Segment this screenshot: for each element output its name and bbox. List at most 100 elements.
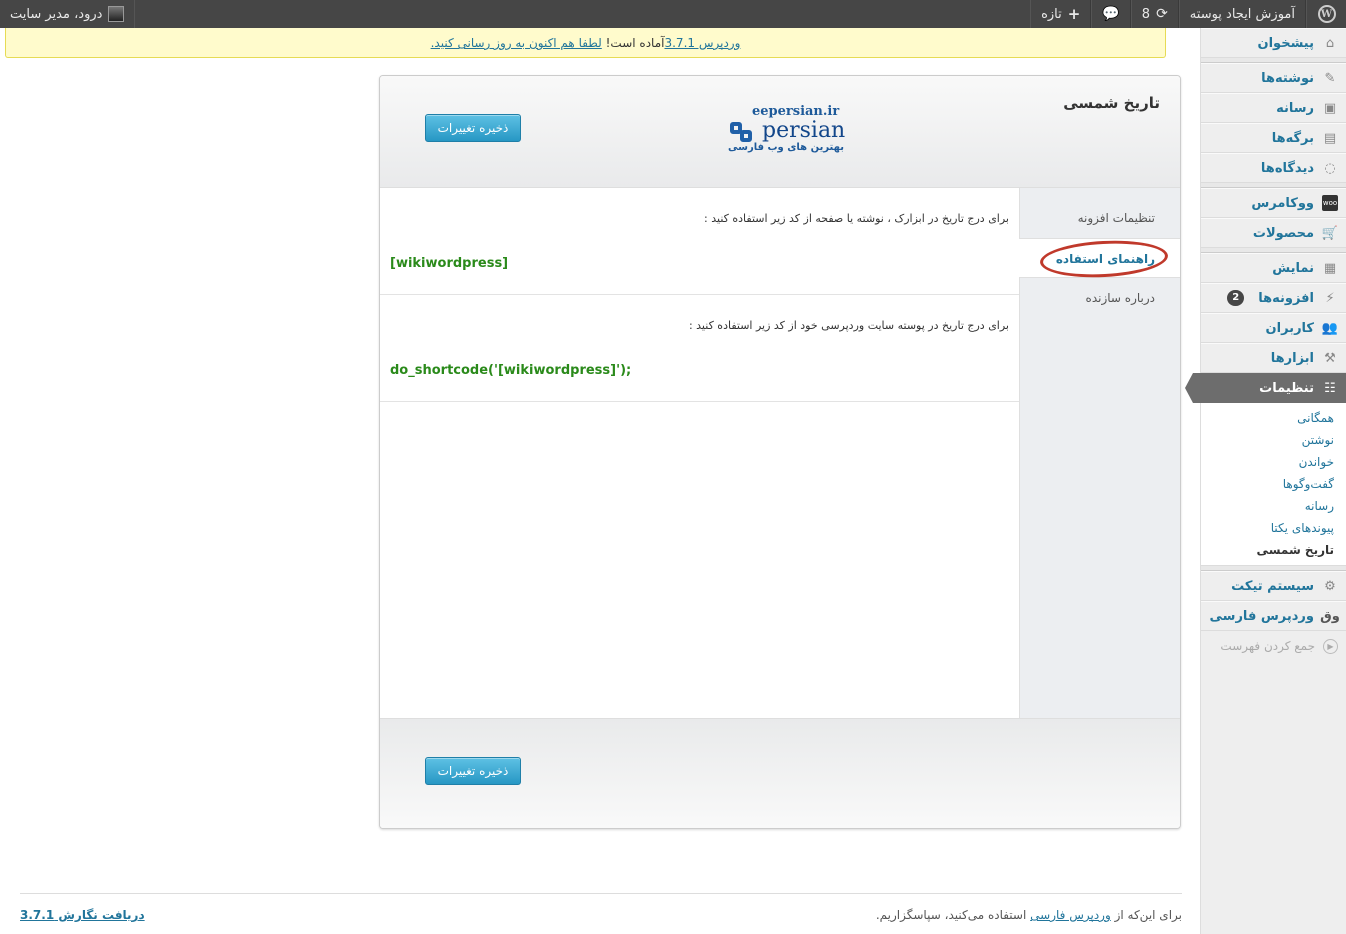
footer-thanks: برای این‌که از وردپرس فارسی استفاده می‌ک… [876,908,1182,922]
menu-label: محصولات [1252,225,1314,241]
menu-label: کاربران [1265,320,1314,336]
collapse-label: جمع کردن فهرست [1220,639,1315,653]
panel-footer: ذخیره تغییرات [380,718,1180,828]
site-name-link[interactable]: آموزش ایجاد پوسته [1178,0,1306,28]
highlight-ring [1039,237,1169,281]
submenu-writing[interactable]: نوشتن [1201,429,1346,451]
menu-appearance[interactable]: ▦ نمایش [1201,253,1346,283]
updates-count: 8 [1141,6,1151,22]
logo-word: persian [762,118,846,143]
collapse-arrow-icon: ▶ [1323,638,1338,654]
menu-label: دیدگاه‌ها [1260,160,1314,176]
options-panel: تاریخ شمسی eepersian.ir persian بهترین ه… [379,75,1181,829]
settings-submenu: همگانی نوشتن خواندن گفت‌وگوها رسانه پیون… [1201,403,1346,566]
menu-products[interactable]: 🛒 محصولات [1201,218,1346,248]
nav-plugin-settings[interactable]: تنظیمات افزونه [1020,198,1180,238]
wordpress-logo-icon: W [1317,5,1336,23]
footer-thanks-pre: برای این‌که از [1114,908,1182,922]
menu-dashboard[interactable]: ⌂ پیشخوان [1201,28,1346,58]
settings-icon: ☷ [1324,380,1336,396]
menu-plugins[interactable]: ⚡ افزونه‌ها 2 [1201,283,1346,313]
menu-label: افزونه‌ها [1258,290,1314,306]
panel-content: برای درج تاریخ در ابزارک ، نوشته یا صفحه… [380,188,1019,718]
avatar [108,6,125,22]
wpfarsi-icon: وق [1320,608,1340,624]
menu-settings[interactable]: ☷ تنظیمات [1185,373,1346,403]
new-label: تازه [1041,6,1062,22]
site-name: آموزش ایجاد پوسته [1189,6,1295,22]
submenu-discussion[interactable]: گفت‌وگوها [1201,473,1346,495]
cart-icon: 🛒 [1321,225,1339,241]
menu-label: وردپرس فارسی [1209,608,1314,624]
menu-tools[interactable]: ⚒ ابزارها [1201,343,1346,373]
plug-icon: ⚡ [1325,290,1335,306]
shortcode: do_shortcode('[wikiwordpress]'); [390,363,632,378]
collapse-menu-button[interactable]: ▶ جمع کردن فهرست [1201,631,1346,661]
menu-label: برگه‌ها [1271,130,1314,146]
submenu-general[interactable]: همگانی [1201,407,1346,429]
media-icon: ▣ [1323,100,1337,116]
menu-woocommerce[interactable]: woo ووکامرس [1201,188,1346,218]
comments-link[interactable]: 💬 [1091,0,1131,28]
greeting: درود، مدیر سایت [10,6,103,22]
logo-tagline: بهترین های وب فارسی [728,142,844,153]
admin-menu: ⌂ پیشخوان ✎ نوشته‌ها ▣ رسانه ▤ برگه‌ها ◌ دیدگ… [1185,28,1346,934]
nav-about-author[interactable]: درباره سازنده [1020,278,1180,318]
plus-icon: + [1067,5,1081,23]
menu-label: تنظیمات [1259,380,1314,396]
update-notice-text: آماده است! [605,36,665,50]
menu-label: نوشته‌ها [1261,70,1314,86]
menu-label: سیستم تیکت [1231,578,1314,594]
footer-thanks-post: استفاده می‌کنید، سپاسگزاریم. [875,908,1027,922]
menu-pages[interactable]: ▤ برگه‌ها [1201,123,1346,153]
menu-label: رسانه [1276,100,1314,116]
menu-ticket-system[interactable]: ⚙ سیستم تیکت [1201,571,1346,601]
update-now-link[interactable]: لطفا هم اکنون به روز رسانی کنید. [431,36,602,50]
wordpress-menu[interactable]: W [1306,0,1346,28]
get-version-link[interactable]: دریافت نگارش 3.7.1 [20,908,145,922]
menu-users[interactable]: 👥 کاربران [1201,313,1346,343]
update-version-link[interactable]: وردپرس 3.7.1 [664,36,740,50]
usage-section: برای درج تاریخ در پوسته سایت وردپرسی خود… [380,295,1019,402]
refresh-icon: ⟳ [1156,6,1168,22]
panel-header: تاریخ شمسی eepersian.ir persian بهترین ه… [380,76,1180,188]
menu-label: ووکامرس [1251,195,1314,211]
logo-mark-icon [730,122,756,144]
admin-bar: W آموزش ایجاد پوسته ⟳ 8 💬 + تازه درود، م… [0,0,1346,28]
shortcode: [wikiwordpress] [390,256,509,271]
woo-icon: woo [1322,195,1338,211]
home-icon: ⌂ [1325,35,1335,51]
menu-wpfarsi[interactable]: وق وردپرس فارسی [1201,601,1346,631]
update-notice: وردپرس 3.7.1آماده است! لطفا هم اکنون به … [5,28,1166,58]
plugins-update-badge: 2 [1227,290,1245,306]
eepersian-logo: eepersian.ir persian بهترین های وب فارسی [716,104,856,160]
submenu-permalinks[interactable]: پیوندهای یکتا [1201,517,1346,539]
wpfarsi-link[interactable]: وردپرس فارسی [1030,908,1111,922]
submenu-jalali-date[interactable]: تاریخ شمسی [1201,539,1346,561]
menu-label: ابزارها [1270,350,1314,366]
usage-section: برای درج تاریخ در ابزارک ، نوشته یا صفحه… [380,188,1019,295]
menu-posts[interactable]: ✎ نوشته‌ها [1201,63,1346,93]
logo-site-text: eepersian.ir [752,104,840,119]
appearance-icon: ▦ [1323,260,1337,276]
gear-icon: ⚙ [1324,578,1336,594]
footer: برای این‌که از وردپرس فارسی استفاده می‌ک… [20,893,1182,933]
submenu-media[interactable]: رسانه [1201,495,1346,517]
save-button-bottom[interactable]: ذخیره تغییرات [425,757,521,785]
menu-comments[interactable]: ◌ دیدگاه‌ها [1201,153,1346,183]
panel-title: تاریخ شمسی [1063,94,1160,112]
my-account-link[interactable]: درود، مدیر سایت [0,0,136,28]
tools-icon: ⚒ [1324,350,1336,366]
pages-icon: ▤ [1323,130,1337,146]
usage-description: برای درج تاریخ در پوسته سایت وردپرسی خود… [688,319,1009,332]
submenu-reading[interactable]: خواندن [1201,451,1346,473]
nav-usage-guide[interactable]: راهنمای استفاده [1019,237,1180,281]
save-button-top[interactable]: ذخیره تغییرات [425,114,521,142]
usage-description: برای درج تاریخ در ابزارک ، نوشته یا صفحه… [704,212,1009,225]
comment-icon: ◌ [1324,160,1336,176]
menu-label: نمایش [1272,260,1314,276]
menu-media[interactable]: ▣ رسانه [1201,93,1346,123]
panel-nav: تنظیمات افزونه راهنمای استفاده درباره سا… [1019,188,1180,718]
new-content-link[interactable]: + تازه [1030,0,1092,28]
updates-link[interactable]: ⟳ 8 [1130,0,1179,28]
